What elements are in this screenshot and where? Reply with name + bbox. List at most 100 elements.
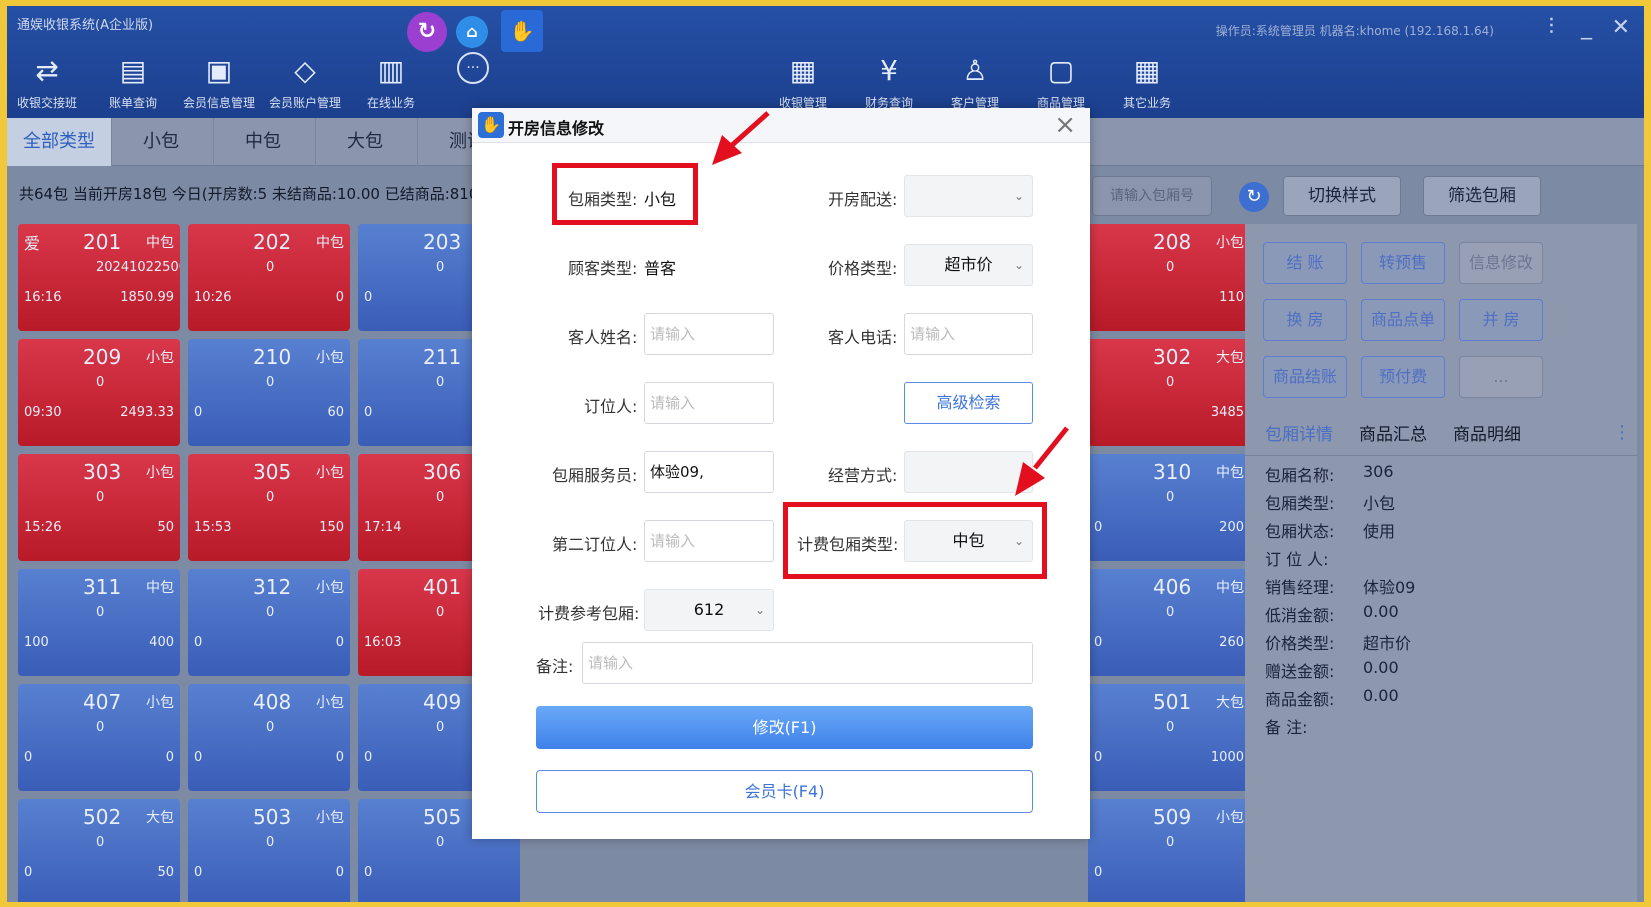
room-type: 小包 xyxy=(316,580,344,596)
room-card[interactable]: 爱 201 中包 20241022500 16:16 1850.99 xyxy=(18,224,180,331)
room-card[interactable]: 210 小包 0 0 60 xyxy=(188,339,350,446)
toolbar_right-3[interactable]: ▢ 商品管理 xyxy=(1017,48,1105,111)
chevron-down-icon: ⌄ xyxy=(1013,258,1024,272)
tab-room-type[interactable]: 小包 xyxy=(109,118,214,166)
room-card[interactable]: 501 大包 0 0 1000 xyxy=(1088,684,1250,791)
room-prefix: 爱 xyxy=(24,234,41,253)
room-card[interactable]: 208 小包 0 110 xyxy=(1088,224,1250,331)
room-number: 501 xyxy=(1153,690,1192,714)
room-card[interactable]: 407 小包 0 0 0 xyxy=(18,684,180,791)
second-booker-input[interactable]: 请输入 xyxy=(644,520,774,562)
toolbar-icon: ▦ xyxy=(1133,54,1161,87)
room-number: 509 xyxy=(1153,805,1192,829)
member-card-button[interactable]: 会员卡(F4) xyxy=(536,770,1033,813)
room-number: 209 xyxy=(83,345,122,369)
filter-rooms-button[interactable]: 筛选包厢 xyxy=(1423,176,1541,216)
toolbar_left-3[interactable]: ◇ 会员账户管理 xyxy=(261,48,349,111)
toolbar-icon: ▥ xyxy=(377,54,405,87)
modify-button[interactable]: 修改(F1) xyxy=(536,706,1033,749)
room-card[interactable]: 503 小包 0 0 0 xyxy=(188,799,350,902)
room-time: 09:30 xyxy=(24,405,62,420)
room-time: 15:53 xyxy=(194,520,232,535)
action-button[interactable]: 并 房 xyxy=(1459,299,1543,341)
reload-icon[interactable]: ↻ xyxy=(1239,182,1269,212)
refresh-circle-icon[interactable]: ↻ xyxy=(407,12,447,52)
more-vertical-icon[interactable]: ⋮ xyxy=(1613,422,1631,443)
toolbar_left-2[interactable]: ▣ 会员信息管理 xyxy=(175,48,263,111)
room-card[interactable]: 408 小包 0 0 0 xyxy=(188,684,350,791)
room-time: 0 xyxy=(1094,865,1103,880)
toolbar_right-4[interactable]: ▦ 其它业务 xyxy=(1103,48,1191,111)
close-window-icon[interactable]: ✕ xyxy=(1612,16,1630,40)
room-card[interactable]: 312 小包 0 0 0 xyxy=(188,569,350,676)
remark-input[interactable]: 请输入 xyxy=(582,642,1033,684)
detail-row: 包厢状态: 使用 xyxy=(1265,518,1395,542)
room-card[interactable]: 202 中包 0 10:26 0 xyxy=(188,224,350,331)
action-button[interactable]: 商品点单 xyxy=(1361,299,1445,341)
ref-room-select[interactable]: 612 ⌄ xyxy=(644,589,774,631)
waiter-input[interactable]: 体验09, xyxy=(644,451,774,493)
action-button[interactable]: ... xyxy=(1459,356,1543,398)
room-number: 208 xyxy=(1153,230,1192,254)
toolbar_left-1[interactable]: ▤ 账单查询 xyxy=(89,48,177,111)
detail-row: 包厢类型: 小包 xyxy=(1265,490,1395,514)
dialog-close-icon[interactable]: × xyxy=(1054,110,1076,140)
price-type-select[interactable]: 超市价 ⌄ xyxy=(904,244,1033,286)
room-card[interactable]: 302 大包 0 3485 xyxy=(1088,339,1250,446)
room-card[interactable]: 209 小包 0 09:30 2493.33 xyxy=(18,339,180,446)
more-icon[interactable]: ··· xyxy=(457,52,489,84)
guest-name-input[interactable]: 请输入 xyxy=(644,313,774,355)
room-time: 0 xyxy=(24,865,33,880)
action-button[interactable]: 预付费 xyxy=(1361,356,1445,398)
toolbar_right-2[interactable]: ♙ 客户管理 xyxy=(931,48,1019,111)
toolbar_right-0[interactable]: ▦ 收银管理 xyxy=(759,48,847,111)
room-card[interactable]: 509 小包 0 0 xyxy=(1088,799,1250,902)
room-card[interactable]: 310 中包 0 0 200 xyxy=(1088,454,1250,561)
room-time: 16:16 xyxy=(24,290,62,305)
detail-tab[interactable]: 商品汇总 xyxy=(1347,414,1439,456)
toolbar_left-0[interactable]: ⇄ 收银交接班 xyxy=(7,48,91,111)
action-button[interactable]: 信息修改 xyxy=(1459,242,1543,284)
minimize-icon[interactable]: _ xyxy=(1581,16,1592,40)
room-amount: 200 xyxy=(1219,520,1244,535)
action-button[interactable]: 结 账 xyxy=(1263,242,1347,284)
detail-label: 赠送金额: xyxy=(1265,662,1335,681)
tab-room-type[interactable]: 大包 xyxy=(313,118,418,166)
room-card[interactable]: 406 中包 0 0 260 xyxy=(1088,569,1250,676)
tab-room-type[interactable]: 全部类型 xyxy=(7,118,112,166)
home-icon[interactable]: ⌂ xyxy=(456,16,488,48)
dialog-title: 开房信息修改 xyxy=(508,119,605,138)
room-type-highlight-box xyxy=(552,163,698,225)
action-button[interactable]: 商品结账 xyxy=(1263,356,1347,398)
room-card[interactable]: 502 大包 0 0 50 xyxy=(18,799,180,902)
room-card[interactable]: 305 小包 0 15:53 150 xyxy=(188,454,350,561)
action-button[interactable]: 转预售 xyxy=(1361,242,1445,284)
toolbar-icon: ▤ xyxy=(119,54,147,87)
room-code: 0 xyxy=(96,490,105,505)
room-code: 0 xyxy=(1166,490,1175,505)
room-amount: 50 xyxy=(157,865,174,880)
price-type-label: 价格类型: xyxy=(828,259,898,278)
toolbar_right-1[interactable]: ¥ 财务查询 xyxy=(845,48,933,111)
toolbar-label: 在线业务 xyxy=(366,96,415,110)
room-action-panel: 结 账转预售 信息修改换 房商品点单并 房商品结账 预付费... 包厢详情 商品汇总商… xyxy=(1245,224,1637,902)
action-button[interactable]: 换 房 xyxy=(1263,299,1347,341)
detail-label: 低消金额: xyxy=(1265,606,1335,625)
tab-room-type[interactable]: 中包 xyxy=(211,118,316,166)
settings-sliders-icon[interactable]: ⫶ xyxy=(1548,16,1554,40)
booker-input[interactable]: 请输入 xyxy=(644,382,774,424)
room-number: 201 xyxy=(83,230,122,254)
room-type: 中包 xyxy=(1216,580,1244,596)
detail-tab[interactable]: 包厢详情 xyxy=(1253,414,1345,456)
toolbar_left-4[interactable]: ▥ 在线业务 xyxy=(347,48,435,111)
ref-room-selected: 612 xyxy=(693,600,725,619)
advanced-search-button[interactable]: 高级检索 xyxy=(904,382,1033,424)
guest-phone-input[interactable]: 请输入 xyxy=(904,313,1033,355)
room-card[interactable]: 311 中包 0 100 400 xyxy=(18,569,180,676)
top-toolbar: 通娱收银系统(A企业版) 操作员:系统管理员 机器名:khome (192.16… xyxy=(7,6,1644,118)
switch-style-button[interactable]: 切换样式 xyxy=(1283,176,1401,216)
room-search-input[interactable]: 请输入包厢号 xyxy=(1092,176,1212,216)
room-card[interactable]: 303 小包 0 15:26 50 xyxy=(18,454,180,561)
delivery-select[interactable]: ⌄ xyxy=(904,175,1033,217)
detail-tab[interactable]: 商品明细 xyxy=(1441,414,1533,456)
